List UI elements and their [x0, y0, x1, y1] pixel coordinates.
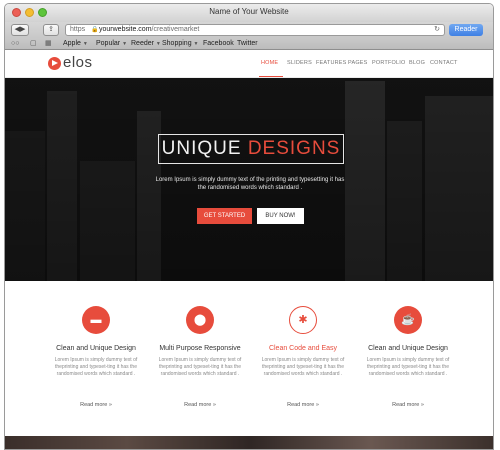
- feature-title: Clean Code and Easy: [268, 345, 338, 352]
- double-chevron-right-icon: »: [212, 402, 216, 408]
- read-more-link[interactable]: Read more »: [248, 402, 358, 408]
- coffee-cup-icon: ☕: [394, 306, 422, 334]
- active-nav-indicator: [259, 76, 283, 77]
- browser-window: Name of Your Website ◀▶ ⇪ https 🔒 yourwe…: [4, 3, 494, 450]
- bookmarks-bar: ○○ ▢ ▦ Apple ▼ Popular ▼ Reeder ▼ Shoppi…: [5, 38, 493, 50]
- feature-title: Multi Purpose Responsive: [159, 345, 241, 352]
- chevron-down-icon: ▼: [82, 41, 88, 47]
- feature-description: Lorem Ipsum is simply dummy text of thep…: [158, 357, 242, 377]
- bookmark-facebook[interactable]: Facebook: [203, 38, 234, 50]
- bookmark-shopping[interactable]: Shopping ▼: [162, 38, 199, 50]
- back-forward-button[interactable]: ◀▶: [11, 24, 29, 36]
- hero-headline-word2: DESIGNS: [247, 138, 341, 159]
- read-more-link[interactable]: Read more »: [145, 402, 255, 408]
- nav-home[interactable]: HOME: [261, 60, 278, 66]
- hero-headline-word1: UNIQUE: [161, 138, 242, 159]
- reading-list-icon[interactable]: ○○: [11, 38, 19, 50]
- feature-title: Clean and Unique Design: [56, 345, 136, 352]
- feature-description: Lorem Ipsum is simply dummy text of thep…: [261, 357, 345, 377]
- map-pin-icon: ⬤: [186, 306, 214, 334]
- nav-contact[interactable]: CONTACT: [430, 60, 458, 66]
- bookmark-popular[interactable]: Popular ▼: [96, 38, 127, 50]
- window-title: Name of Your Website: [209, 7, 289, 16]
- bookmarks-book-icon[interactable]: ▢: [30, 38, 37, 50]
- bookmark-apple[interactable]: Apple ▼: [63, 38, 88, 50]
- site-logo[interactable]: elos: [63, 54, 93, 71]
- feature-description: Lorem Ipsum is simply dummy text of thep…: [54, 357, 138, 377]
- nav-features[interactable]: FEATURES: [316, 60, 347, 66]
- features-section: ▬ Clean and Unique Design Lorem Ipsum is…: [5, 281, 493, 436]
- site-header: elos HOME SLIDERS FEATURES PAGES PORTFOL…: [5, 51, 493, 78]
- chat-bubble-icon: ▬: [82, 306, 110, 334]
- next-section-preview: [5, 436, 493, 449]
- chevron-down-icon: ▼: [155, 41, 161, 47]
- url-domain: yourwebsite.com: [99, 26, 152, 33]
- browser-toolbar: ◀▶ ⇪ https 🔒 yourwebsite.com/creativemar…: [5, 22, 493, 38]
- hero-headline: UNIQUE DESIGNS: [158, 134, 344, 164]
- hero-section: UNIQUE DESIGNS Lorem Ipsum is simply dum…: [5, 78, 493, 281]
- get-started-button[interactable]: GET STARTED: [197, 208, 252, 224]
- address-bar[interactable]: https 🔒 yourwebsite.com/creativemarket ↻: [65, 24, 445, 36]
- back-arrow-icon: ◀▶: [14, 26, 26, 33]
- read-more-link[interactable]: Read more »: [41, 402, 151, 408]
- reader-button[interactable]: Reader: [449, 24, 483, 36]
- url-path: /creativemarket: [151, 26, 200, 33]
- asterisk-icon: ✱: [289, 306, 317, 334]
- share-button[interactable]: ⇪: [43, 24, 59, 36]
- chevron-down-icon: ▼: [193, 41, 199, 47]
- nav-pages[interactable]: PAGES: [348, 60, 368, 66]
- hero-description: Lorem Ipsum is simply dummy text of the …: [155, 177, 345, 191]
- chevron-down-icon: ▼: [122, 41, 128, 47]
- double-chevron-right-icon: »: [108, 402, 112, 408]
- title-bar: Name of Your Website: [5, 4, 493, 22]
- url-text: yourwebsite.com/creativemarket: [99, 25, 199, 35]
- share-icon: ⇪: [48, 26, 54, 33]
- feature-description: Lorem Ipsum is simply dummy text of thep…: [366, 357, 450, 377]
- feature-title: Clean and Unique Design: [368, 345, 448, 352]
- reload-icon[interactable]: ↻: [434, 25, 440, 35]
- double-chevron-right-icon: »: [420, 402, 424, 408]
- double-chevron-right-icon: »: [315, 402, 319, 408]
- buy-now-button[interactable]: BUY NOW!: [257, 208, 304, 224]
- logo-play-icon[interactable]: [48, 57, 61, 70]
- top-sites-grid-icon[interactable]: ▦: [45, 38, 52, 50]
- bookmark-reeder[interactable]: Reeder ▼: [131, 38, 161, 50]
- read-more-link[interactable]: Read more »: [353, 402, 463, 408]
- lock-icon: 🔒: [91, 27, 99, 33]
- nav-blog[interactable]: BLOG: [409, 60, 425, 66]
- url-scheme: https: [70, 26, 86, 33]
- bookmark-twitter[interactable]: Twitter: [237, 38, 258, 50]
- nav-sliders[interactable]: SLIDERS: [287, 60, 312, 66]
- nav-portfolio[interactable]: PORTFOLIO: [372, 60, 405, 66]
